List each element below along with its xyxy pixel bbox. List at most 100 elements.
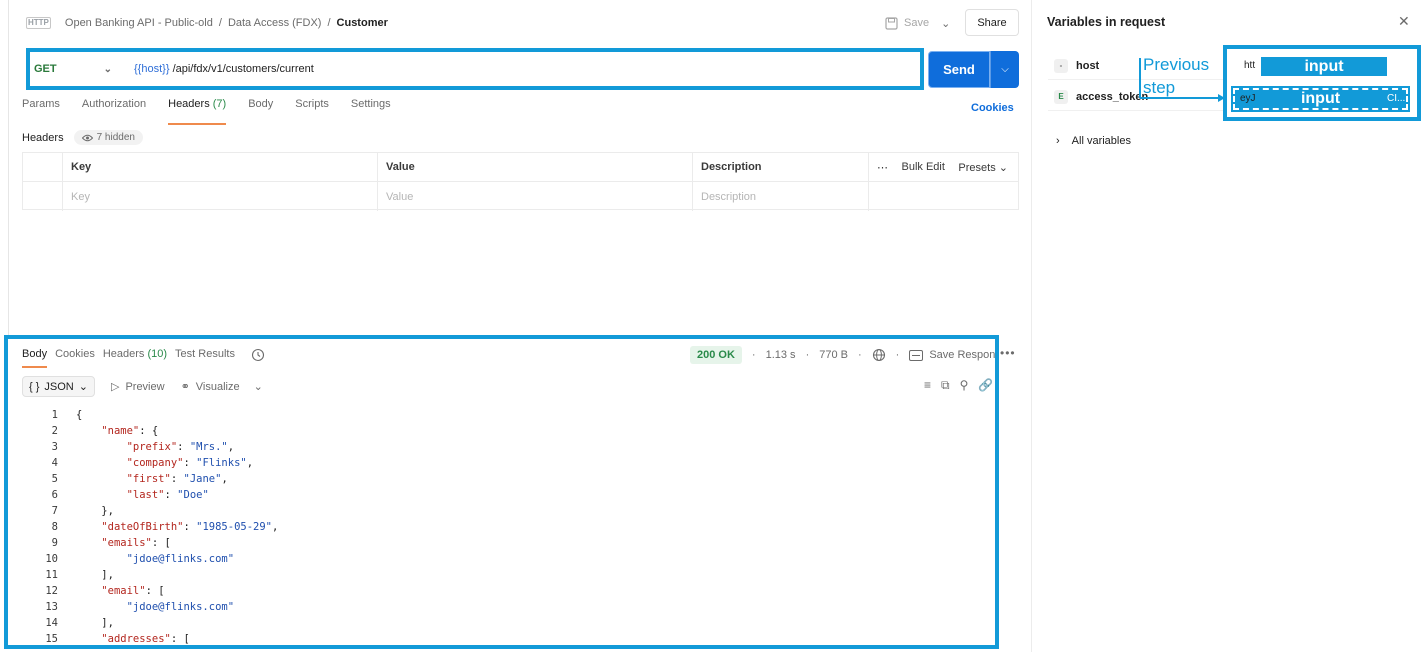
line-number: 12	[45, 585, 58, 597]
code-text: ],	[76, 569, 114, 581]
cookies-link[interactable]: Cookies	[971, 102, 1014, 114]
response-tab-cookies[interactable]: Cookies	[55, 348, 95, 362]
code-line: 2 "name": {	[8, 423, 993, 439]
tab-headers-label: Headers	[168, 98, 210, 110]
tab-headers[interactable]: Headers (7)	[168, 98, 227, 125]
request-url-bar[interactable]: GET ⌄ {{host}} /api/fdx/v1/customers/cur…	[26, 48, 924, 90]
visualize-button[interactable]: ⚭ Visualize ⌄	[181, 380, 263, 394]
response-body-code[interactable]: 1{2 "name": {3 "prefix": "Mrs.", 4 "compa…	[8, 407, 993, 645]
headers-table: Key Value Description ⋯ Bulk Edit Preset…	[22, 152, 1019, 211]
host-value-input[interactable]: input	[1261, 57, 1387, 76]
format-label: JSON	[44, 380, 74, 393]
code-text: "email": [	[101, 585, 165, 597]
code-line: 6 "last": "Doe"	[8, 487, 993, 503]
http-request-icon: HTTP	[26, 17, 51, 29]
response-tab-headers[interactable]: Headers (10)	[103, 348, 167, 362]
previous-step-annotation: Previous step	[1143, 53, 1209, 99]
presets-label: Presets	[958, 161, 996, 174]
breadcrumb-collection[interactable]: Open Banking API - Public-old	[65, 17, 213, 29]
breadcrumb: HTTP Open Banking API - Public-old / Dat…	[26, 13, 388, 33]
code-line: 10 "jdoe@flinks.com"	[8, 551, 993, 567]
tab-settings[interactable]: Settings	[351, 98, 391, 122]
tab-params[interactable]: Params	[22, 98, 60, 122]
all-variables-toggle[interactable]: › All variables	[1056, 135, 1131, 147]
response-meta: 200 OK · 1.13 s · 770 B · · Save Respons…	[690, 346, 995, 364]
code-line: 3 "prefix": "Mrs.",	[8, 439, 993, 455]
preview-button[interactable]: ▷ Preview	[110, 380, 165, 394]
response-tools: ≡ ⧉ ⚲ 🔗	[924, 378, 993, 393]
column-header-description: Description	[693, 153, 869, 181]
save-dropdown-chevron-icon[interactable]: ⌄	[941, 17, 950, 30]
code-text: {	[76, 409, 83, 421]
line-number: 5	[51, 473, 58, 485]
save-button[interactable]: Save	[904, 17, 929, 29]
bulk-edit-button[interactable]: Bulk Edit	[902, 161, 945, 173]
line-number: 6	[51, 489, 58, 501]
copy-icon[interactable]: ⧉	[941, 378, 950, 393]
code-line: 1{	[8, 407, 993, 423]
tab-scripts[interactable]: Scripts	[295, 98, 329, 122]
format-select[interactable]: { } JSON ⌄	[22, 376, 95, 397]
hidden-headers-toggle[interactable]: 7 hidden	[73, 130, 143, 145]
send-options-chevron-icon[interactable]: ⌵	[990, 51, 1019, 88]
method-select[interactable]: GET ⌄	[30, 52, 126, 86]
breadcrumb-folder[interactable]: Data Access (FDX)	[228, 17, 322, 29]
code-text: },	[76, 505, 114, 517]
play-icon: ▷	[110, 381, 120, 393]
chevron-right-icon: ›	[1056, 135, 1060, 147]
code-line: 11 ],	[8, 567, 993, 583]
presets-dropdown[interactable]: Presets ⌄	[958, 161, 1008, 174]
more-options-icon[interactable]: ⋯	[877, 161, 888, 174]
response-tab-body[interactable]: Body	[22, 348, 48, 368]
editor-left-border	[8, 0, 9, 340]
description-input[interactable]: Description	[693, 182, 869, 211]
line-number: 1	[51, 409, 58, 421]
code-line: 5 "first": "Jane",	[8, 471, 993, 487]
response-time[interactable]: 1.13 s	[766, 349, 796, 361]
table-header-row: Key Value Description ⋯ Bulk Edit Preset…	[23, 153, 1018, 182]
code-text: "company": "Flinks",	[126, 457, 254, 469]
value-input[interactable]: Value	[378, 182, 693, 211]
headers-section-header: Headers 7 hidden	[22, 130, 143, 145]
visualize-label: Visualize	[195, 380, 240, 393]
more-options-icon[interactable]: •••	[1000, 346, 1016, 360]
variable-scope-badge: -	[1054, 58, 1068, 73]
breadcrumb-separator: /	[327, 17, 331, 29]
response-panel: Body Cookies Headers (10) Test Results 2…	[4, 335, 999, 649]
response-tab-test-results[interactable]: Test Results	[175, 348, 235, 362]
history-icon[interactable]	[251, 348, 265, 362]
save-response-button[interactable]: Save Response	[909, 349, 995, 361]
preview-label: Preview	[125, 380, 165, 393]
variables-panel-border	[1031, 0, 1032, 652]
code-text: "jdoe@flinks.com"	[126, 553, 235, 565]
url-input[interactable]: {{host}} /api/fdx/v1/customers/current	[126, 63, 314, 75]
code-line: 13 "jdoe@flinks.com"	[8, 599, 993, 615]
chevron-down-icon[interactable]: ⌄	[254, 380, 263, 393]
save-control[interactable]: Save ⌄	[885, 12, 950, 34]
table-row: Key Value Description	[23, 182, 1018, 211]
request-tabs: Params Authorization Headers (7) Body Sc…	[22, 98, 391, 125]
code-line: 14 ],	[8, 615, 993, 631]
close-icon[interactable]: ✕	[1398, 13, 1410, 30]
network-globe-icon[interactable]	[872, 348, 886, 362]
chevron-down-icon: ⌄	[998, 161, 1008, 174]
key-input[interactable]: Key	[63, 182, 378, 211]
line-number: 7	[51, 505, 58, 517]
share-button[interactable]: Share	[965, 9, 1019, 36]
column-header-key: Key	[63, 153, 378, 181]
row-spacer	[869, 182, 1018, 211]
request-name[interactable]: Customer	[337, 17, 388, 29]
meta-separator: ·	[805, 349, 810, 361]
access-token-value-input[interactable]: input	[1231, 86, 1410, 112]
wrap-lines-icon[interactable]: ≡	[924, 378, 931, 393]
response-size[interactable]: 770 B	[819, 349, 848, 361]
line-number: 4	[51, 457, 58, 469]
tab-body[interactable]: Body	[248, 98, 273, 122]
link-icon[interactable]: 🔗	[978, 378, 993, 393]
code-line: 7 },	[8, 503, 993, 519]
status-badge[interactable]: 200 OK	[690, 346, 742, 364]
tab-authorization[interactable]: Authorization	[82, 98, 146, 122]
url-host-variable[interactable]: {{host}}	[134, 63, 170, 75]
send-button[interactable]: Send	[928, 51, 990, 88]
search-icon[interactable]: ⚲	[960, 378, 969, 393]
